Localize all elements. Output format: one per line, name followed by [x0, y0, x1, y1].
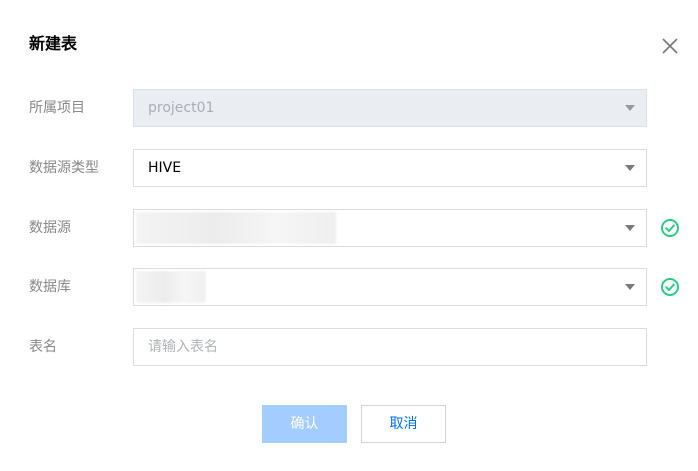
- table-name-input[interactable]: [133, 328, 647, 366]
- check-circle-icon: [660, 277, 680, 297]
- confirm-button[interactable]: 确认: [262, 405, 347, 443]
- database-label: 数据库: [29, 279, 71, 295]
- close-icon[interactable]: [660, 36, 680, 56]
- project-label: 所属项目: [29, 100, 85, 116]
- chevron-down-icon: [625, 284, 635, 290]
- cancel-button[interactable]: 取消: [361, 405, 446, 443]
- check-circle-icon: [660, 218, 680, 238]
- table-name-label: 表名: [29, 339, 57, 355]
- datasource-label: 数据源: [29, 220, 71, 236]
- datasource-type-value: HIVE: [148, 160, 182, 176]
- datasource-select[interactable]: [133, 209, 647, 247]
- project-value: project01: [148, 100, 215, 116]
- database-select[interactable]: [133, 268, 647, 306]
- project-select[interactable]: project01: [133, 89, 647, 127]
- chevron-down-icon: [625, 225, 635, 231]
- chevron-down-icon: [625, 165, 635, 171]
- redacted-datasource-value: [136, 212, 336, 244]
- create-table-dialog: 新建表 所属项目 project01 数据源类型 HIVE 数据源 数据库 表名…: [0, 0, 698, 471]
- database-row: 数据库: [0, 268, 698, 306]
- table-name-row: 表名: [0, 328, 698, 366]
- dialog-title: 新建表: [29, 34, 78, 53]
- chevron-down-icon: [625, 105, 635, 111]
- datasource-type-label: 数据源类型: [29, 160, 99, 176]
- datasource-type-row: 数据源类型 HIVE: [0, 149, 698, 187]
- datasource-type-select[interactable]: HIVE: [133, 149, 647, 187]
- project-row: 所属项目 project01: [0, 89, 698, 127]
- redacted-database-value: [136, 271, 206, 303]
- datasource-row: 数据源: [0, 209, 698, 247]
